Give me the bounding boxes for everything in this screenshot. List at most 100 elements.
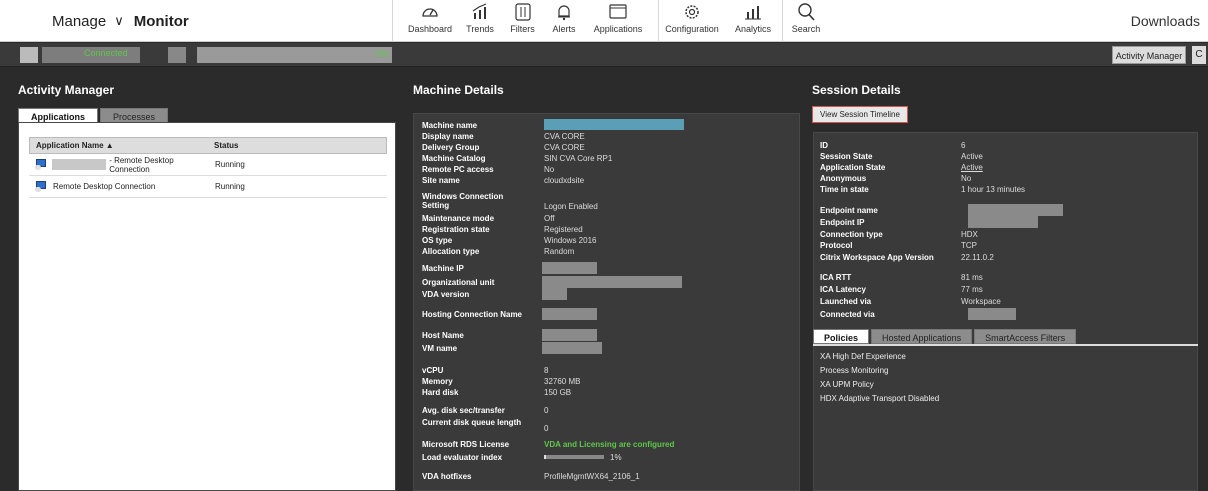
machine-field-value: cloudxdsite — [544, 176, 585, 185]
downloads-link[interactable]: Downloads — [1131, 0, 1200, 42]
machine-field-label: Remote PC access — [422, 165, 494, 174]
tab-policies[interactable]: Policies — [813, 329, 870, 344]
machine-field-value: Logon Enabled — [544, 202, 598, 211]
connected-status: Connected — [84, 48, 128, 58]
machine-field-label: Hard disk — [422, 388, 459, 397]
view-session-timeline-button[interactable]: View Session Timeline — [812, 106, 908, 123]
machine-field-value: ProfileMgmtWX64_2106_1 — [544, 472, 640, 481]
user-icon[interactable] — [20, 47, 38, 63]
activity-manager-title: Activity Manager — [18, 83, 115, 97]
remote-desktop-icon — [35, 181, 47, 192]
machine-field-label: OS type — [422, 236, 453, 245]
session-field-value: 1 hour 13 minutes — [961, 185, 1026, 194]
alerts-button[interactable]: Alerts — [552, 2, 576, 40]
tab-processes[interactable]: Processes — [100, 108, 169, 123]
dashboard-icon — [422, 8, 438, 17]
redacted-value — [542, 288, 567, 300]
applications-table: Application Name ▲ Status - Remote Deskt… — [29, 137, 387, 198]
manage-link[interactable]: Manage — [52, 13, 106, 30]
dashboard-button[interactable]: Dashboard — [408, 2, 452, 40]
machine-field-value: Registered — [544, 225, 583, 234]
filters-icon — [514, 3, 531, 21]
session-field-label: ICA Latency — [820, 285, 866, 294]
machine-field-label: Windows Connection Setting — [422, 192, 504, 210]
table-row[interactable]: Remote Desktop Connection Running — [29, 176, 387, 198]
machine-details-title: Machine Details — [413, 83, 504, 97]
alerts-icon — [558, 5, 570, 21]
machine-field-label: Hosting Connection Name — [422, 310, 523, 319]
session-field-value: 81 ms — [961, 273, 983, 282]
configuration-icon — [685, 5, 699, 19]
redacted-value — [968, 204, 1063, 216]
policy-list: XA High Def Experience Process Monitorin… — [820, 350, 939, 406]
applications-button[interactable]: Applications — [593, 2, 643, 40]
divider — [782, 0, 783, 42]
machine-field-value: Windows 2016 — [544, 236, 597, 245]
machine-field-label: VDA version — [422, 290, 470, 299]
session-field-value: HDX — [961, 230, 978, 239]
session-field-value: TCP — [961, 241, 977, 250]
search-button[interactable]: Search — [790, 2, 822, 40]
session-field-label: Application State — [820, 163, 886, 172]
machine-field-value: Off — [544, 214, 555, 223]
session-field-label: ICA RTT — [820, 273, 852, 282]
machine-field-label: VDA hotfixes — [422, 472, 472, 481]
tab-applications[interactable]: Applications — [18, 108, 99, 123]
analytics-icon — [745, 6, 761, 20]
machine-field-label: VM name — [422, 344, 458, 353]
analytics-button[interactable]: Analytics — [733, 2, 773, 40]
machine-field-value: 32760 MB — [544, 377, 581, 386]
machine-field-label: Current disk queue length — [422, 418, 522, 427]
app-name: Remote Desktop Connection — [53, 182, 156, 191]
activity-manager-button[interactable]: Activity Manager — [1112, 46, 1186, 64]
column-status[interactable]: Status — [210, 141, 380, 150]
session-field-label: Protocol — [820, 241, 853, 250]
search-icon — [798, 3, 815, 21]
machine-field-value: 8 — [544, 366, 549, 375]
machine-field-label: Allocation type — [422, 247, 480, 256]
load-index-bar — [544, 455, 604, 459]
configuration-button[interactable]: Configuration — [665, 2, 719, 40]
session-field-value: 22.11.0.2 — [961, 253, 994, 262]
machine-field-label: Registration state — [422, 225, 490, 234]
table-row[interactable]: - Remote Desktop Connection Running — [29, 154, 387, 176]
machine-field-label: Microsoft RDS License — [422, 440, 510, 449]
session-field-value: Active — [961, 163, 983, 172]
on-badge: ON — [372, 47, 392, 63]
power-state: ON — [375, 49, 389, 59]
machine-icon[interactable] — [168, 47, 186, 63]
list-item: XA High Def Experience — [820, 352, 906, 361]
remote-desktop-icon — [35, 159, 46, 170]
session-field-value: No — [961, 174, 972, 183]
redacted-value — [542, 342, 602, 354]
session-field-label: Endpoint name — [820, 206, 878, 215]
machine-field-label: vCPU — [422, 366, 444, 375]
machine-field-value: 0 — [544, 406, 549, 415]
redacted-machine — [197, 47, 372, 63]
session-field-label: Citrix Workspace App Version — [820, 253, 934, 262]
session-field-label: Endpoint IP — [820, 218, 865, 227]
session-field-label: Launched via — [820, 297, 872, 306]
column-application-name[interactable]: Application Name ▲ — [30, 141, 210, 150]
app-status: Running — [215, 182, 245, 191]
session-field-label: Connection type — [820, 230, 883, 239]
machine-field-label: Machine Catalog — [422, 154, 486, 163]
status-bar: Connected ON Activity Manager C — [0, 43, 1208, 67]
chevron-down-icon[interactable]: ∨ — [114, 13, 124, 29]
tab-smartaccess-filters[interactable]: SmartAccess Filters — [974, 329, 1077, 344]
tab-hosted-applications[interactable]: Hosted Applications — [871, 329, 973, 344]
machine-field-label: Machine IP — [422, 264, 464, 273]
machine-field-value: 0 — [544, 424, 549, 433]
machine-field-label: Delivery Group — [422, 143, 480, 152]
trends-button[interactable]: Trends — [465, 2, 495, 40]
refresh-icon[interactable]: C — [1192, 46, 1206, 64]
filters-button[interactable]: Filters — [510, 2, 535, 40]
machine-field-value: CVA CORE — [544, 143, 585, 152]
divider — [392, 0, 393, 42]
connected-badge: Connected — [82, 47, 140, 63]
redacted-value — [542, 276, 682, 288]
activity-panel: Application Name ▲ Status - Remote Deskt… — [18, 122, 396, 491]
monitor-link[interactable]: Monitor — [134, 13, 189, 30]
table-header: Application Name ▲ Status — [29, 137, 387, 154]
top-navigation-bar: Manage ∨ Monitor Dashboard Trends Filter… — [0, 0, 1208, 42]
